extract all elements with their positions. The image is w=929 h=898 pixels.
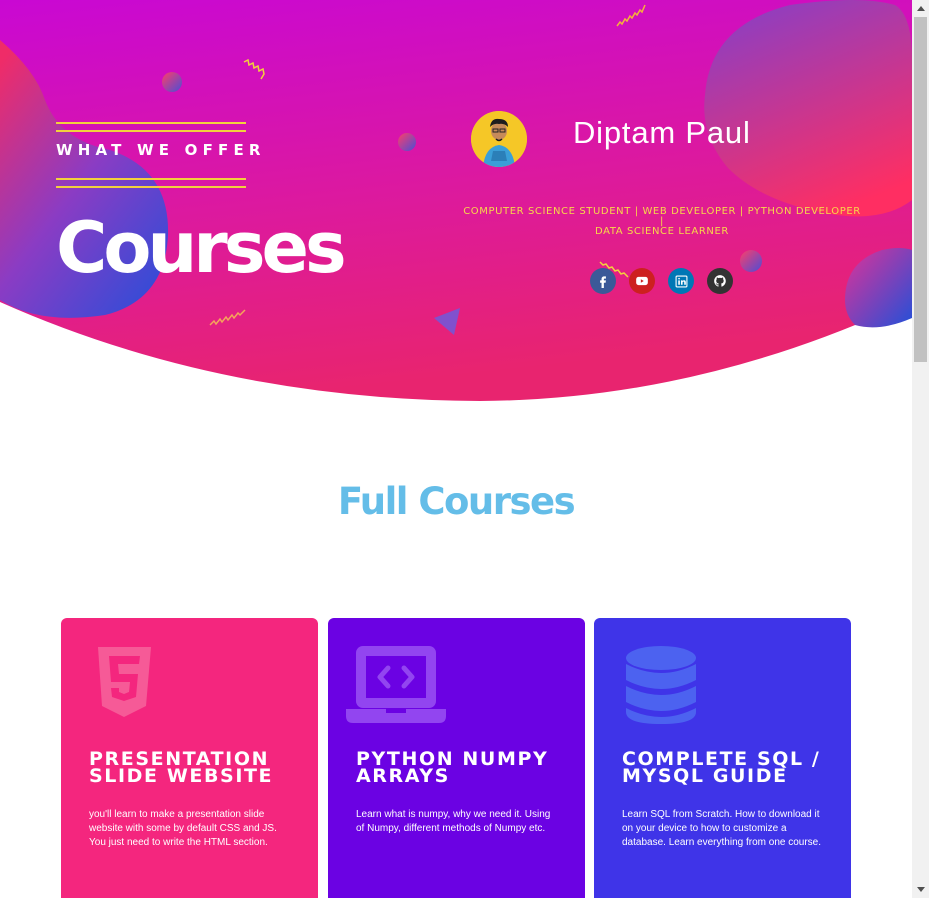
database-icon xyxy=(626,646,696,731)
course-card-description: Learn SQL from Scratch. How to download … xyxy=(622,809,822,848)
roles-line-2: DATA SCIENCE LEARNER xyxy=(595,226,729,237)
hero-title: Courses xyxy=(56,207,347,289)
course-card-description: you'll learn to make a presentation slid… xyxy=(89,809,277,848)
profile-name: Diptam Paul xyxy=(573,115,751,150)
course-card[interactable]: Presentation Slide Website you'll learn … xyxy=(61,618,318,898)
scrollbar-thumb[interactable] xyxy=(914,17,927,362)
course-card[interactable]: Python Numpy Arrays Learn what is numpy,… xyxy=(328,618,585,898)
person-icon xyxy=(471,111,527,167)
course-card-title: Presentation Slide Website xyxy=(89,748,274,787)
linkedin-icon xyxy=(675,275,687,287)
youtube-link[interactable] xyxy=(629,268,655,294)
section-title: Full Courses xyxy=(337,480,576,523)
profile-avatar xyxy=(471,111,527,167)
scroll-up-arrow-icon[interactable] xyxy=(912,0,929,17)
course-card-title: Python Numpy Arrays xyxy=(356,748,549,787)
github-icon xyxy=(714,275,726,287)
github-link[interactable] xyxy=(707,268,733,294)
vertical-scrollbar[interactable] xyxy=(912,0,929,898)
page: WHAT WE OFFER Courses Diptam Paul COMPUT… xyxy=(0,0,912,898)
offer-eyebrow: WHAT WE OFFER xyxy=(56,141,266,159)
course-card-description: Learn what is numpy, why we need it. Usi… xyxy=(356,809,551,834)
offer-block: WHAT WE OFFER xyxy=(56,122,266,188)
course-card-title: Complete SQL / MySQL Guide xyxy=(622,748,821,787)
facebook-icon xyxy=(600,276,606,288)
offer-top-lines xyxy=(56,122,246,132)
html5-icon xyxy=(89,646,159,725)
roles-line-1: COMPUTER SCIENCE STUDENT | WEB DEVELOPER… xyxy=(463,206,861,227)
facebook-link[interactable] xyxy=(590,268,616,294)
offer-bottom-lines xyxy=(56,178,246,188)
laptop-code-icon xyxy=(346,646,446,731)
course-card[interactable]: Complete SQL / MySQL Guide Learn SQL fro… xyxy=(594,618,851,898)
hero-section: WHAT WE OFFER Courses Diptam Paul COMPUT… xyxy=(0,0,912,410)
scroll-down-arrow-icon[interactable] xyxy=(912,881,929,898)
youtube-icon xyxy=(636,276,648,286)
profile-roles: COMPUTER SCIENCE STUDENT | WEB DEVELOPER… xyxy=(462,207,862,237)
linkedin-link[interactable] xyxy=(668,268,694,294)
